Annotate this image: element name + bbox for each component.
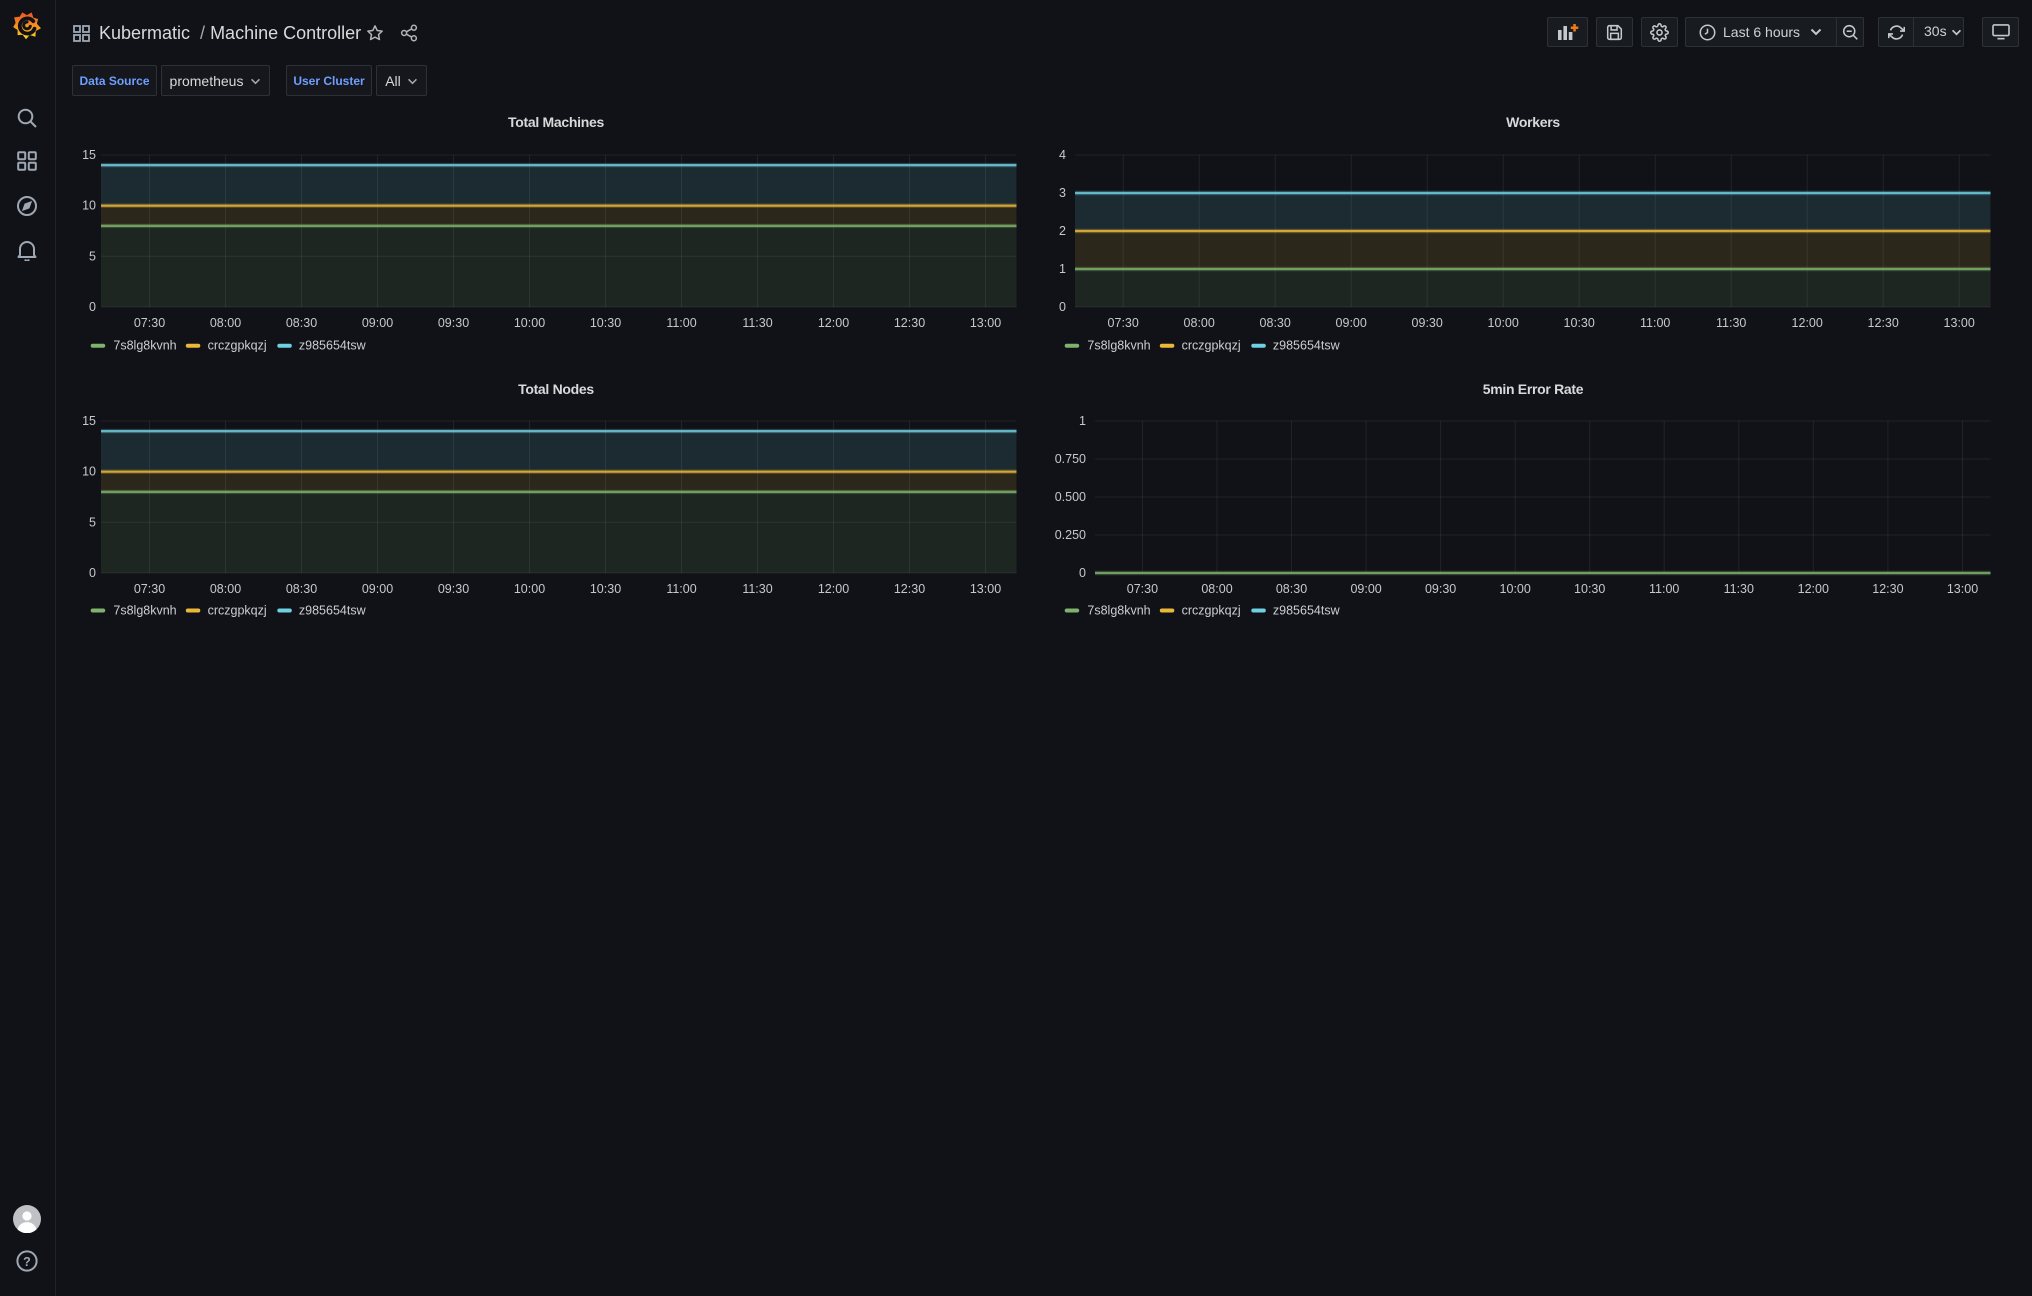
- svg-text:12:00: 12:00: [1792, 316, 1823, 330]
- svg-text:08:30: 08:30: [286, 582, 317, 596]
- svg-text:1: 1: [1079, 414, 1086, 428]
- svg-text:11:00: 11:00: [666, 316, 696, 330]
- svg-text:11:30: 11:30: [742, 582, 772, 596]
- svg-text:2: 2: [1059, 224, 1066, 238]
- svg-text:09:00: 09:00: [1336, 316, 1367, 330]
- svg-text:11:30: 11:30: [1716, 316, 1746, 330]
- svg-text:5: 5: [89, 249, 96, 263]
- svg-text:07:30: 07:30: [1108, 316, 1139, 330]
- svg-text:07:30: 07:30: [134, 582, 165, 596]
- svg-text:10:30: 10:30: [590, 582, 621, 596]
- svg-text:crczgpkqzj: crczgpkqzj: [208, 604, 267, 618]
- svg-text:13:00: 13:00: [970, 582, 1001, 596]
- svg-text:10:00: 10:00: [1500, 582, 1531, 596]
- svg-text:12:00: 12:00: [818, 582, 849, 596]
- svg-text:15: 15: [82, 148, 96, 162]
- svg-text:4: 4: [1059, 148, 1066, 162]
- svg-text:10:30: 10:30: [1574, 582, 1605, 596]
- svg-text:09:00: 09:00: [1350, 582, 1381, 596]
- svg-text:13:00: 13:00: [1944, 316, 1975, 330]
- svg-text:08:00: 08:00: [1201, 582, 1232, 596]
- svg-text:08:30: 08:30: [1260, 316, 1291, 330]
- svg-text:crczgpkqzj: crczgpkqzj: [1182, 604, 1241, 618]
- svg-text:3: 3: [1059, 186, 1066, 200]
- svg-text:08:00: 08:00: [210, 582, 241, 596]
- svg-text:crczgpkqzj: crczgpkqzj: [1182, 339, 1241, 353]
- svg-text:10:00: 10:00: [514, 316, 545, 330]
- svg-text:7s8lg8kvnh: 7s8lg8kvnh: [113, 339, 176, 353]
- svg-text:08:00: 08:00: [210, 316, 241, 330]
- svg-text:09:30: 09:30: [1412, 316, 1443, 330]
- svg-text:11:30: 11:30: [742, 316, 772, 330]
- svg-text:5: 5: [89, 515, 96, 529]
- svg-text:09:00: 09:00: [362, 316, 393, 330]
- svg-text:08:00: 08:00: [1184, 316, 1215, 330]
- svg-text:15: 15: [82, 414, 96, 428]
- svg-text:08:30: 08:30: [1276, 582, 1307, 596]
- svg-text:12:30: 12:30: [1872, 582, 1903, 596]
- svg-text:07:30: 07:30: [134, 316, 165, 330]
- svg-text:7s8lg8kvnh: 7s8lg8kvnh: [1087, 604, 1150, 618]
- svg-text:09:30: 09:30: [438, 582, 469, 596]
- svg-text:12:30: 12:30: [1868, 316, 1899, 330]
- svg-text:10:30: 10:30: [590, 316, 621, 330]
- svg-text:10: 10: [82, 199, 96, 213]
- svg-text:0: 0: [89, 566, 96, 580]
- svg-text:0: 0: [1059, 300, 1066, 314]
- svg-text:09:30: 09:30: [438, 316, 469, 330]
- svg-text:crczgpkqzj: crczgpkqzj: [208, 339, 267, 353]
- svg-text:z985654tsw: z985654tsw: [1273, 604, 1341, 618]
- svg-text:z985654tsw: z985654tsw: [1273, 339, 1341, 353]
- svg-text:z985654tsw: z985654tsw: [299, 339, 367, 353]
- svg-text:11:00: 11:00: [1640, 316, 1670, 330]
- svg-text:7s8lg8kvnh: 7s8lg8kvnh: [1087, 339, 1150, 353]
- svg-text:7s8lg8kvnh: 7s8lg8kvnh: [113, 604, 176, 618]
- svg-text:5min Error Rate: 5min Error Rate: [1483, 381, 1584, 397]
- svg-text:10:30: 10:30: [1564, 316, 1595, 330]
- svg-text:11:30: 11:30: [1724, 582, 1754, 596]
- svg-text:12:00: 12:00: [1798, 582, 1829, 596]
- svg-text:13:00: 13:00: [970, 316, 1001, 330]
- svg-text:Total Machines: Total Machines: [508, 114, 604, 130]
- svg-text:10:00: 10:00: [514, 582, 545, 596]
- svg-text:11:00: 11:00: [666, 582, 696, 596]
- svg-text:12:30: 12:30: [894, 582, 925, 596]
- svg-text:08:30: 08:30: [286, 316, 317, 330]
- svg-text:11:00: 11:00: [1649, 582, 1679, 596]
- svg-text:12:00: 12:00: [818, 316, 849, 330]
- svg-text:07:30: 07:30: [1127, 582, 1158, 596]
- svg-text:Workers: Workers: [1506, 114, 1560, 130]
- svg-text:09:00: 09:00: [362, 582, 393, 596]
- svg-text:0.500: 0.500: [1055, 490, 1086, 504]
- svg-text:12:30: 12:30: [894, 316, 925, 330]
- svg-text:13:00: 13:00: [1947, 582, 1978, 596]
- svg-text:10: 10: [82, 465, 96, 479]
- svg-text:0.250: 0.250: [1055, 528, 1086, 542]
- svg-text:z985654tsw: z985654tsw: [299, 604, 367, 618]
- svg-text:0.750: 0.750: [1055, 452, 1086, 466]
- svg-text:10:00: 10:00: [1488, 316, 1519, 330]
- svg-text:0: 0: [1079, 566, 1086, 580]
- svg-text:0: 0: [89, 300, 96, 314]
- svg-text:Total Nodes: Total Nodes: [518, 381, 594, 397]
- svg-text:1: 1: [1059, 262, 1066, 276]
- svg-text:09:30: 09:30: [1425, 582, 1456, 596]
